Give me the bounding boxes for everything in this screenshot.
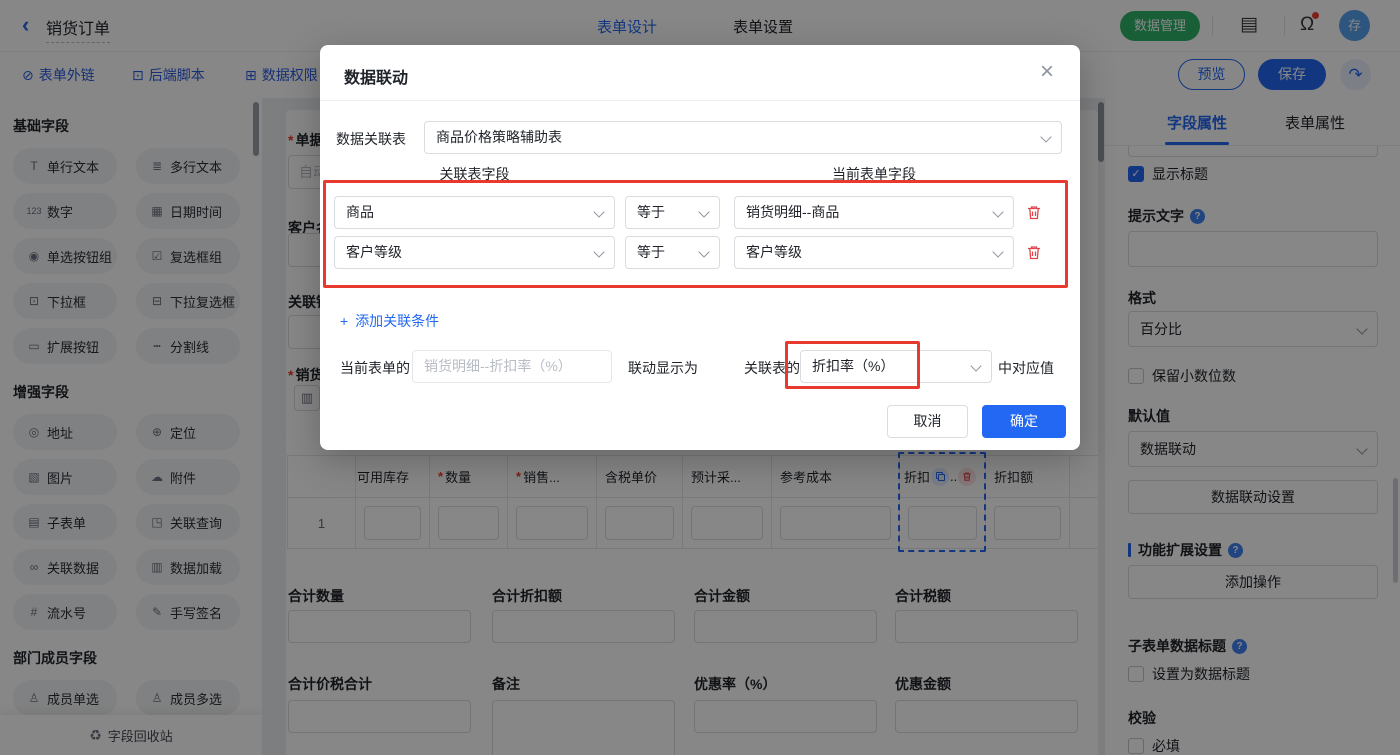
linked-field-select[interactable]: 折扣率（%）	[800, 350, 992, 383]
col-header-linked-field: 关联表字段	[439, 166, 510, 182]
current-form-field-input: 销货明细--折扣率（%）	[412, 350, 612, 383]
chevron-down-icon	[698, 246, 710, 258]
link-label: 添加关联条件	[355, 313, 440, 329]
delete-condition2-icon[interactable]	[1026, 244, 1044, 262]
divider	[320, 100, 1080, 101]
link-table-select[interactable]: 商品价格策略辅助表	[424, 121, 1062, 154]
select-value: 等于	[637, 204, 665, 220]
mapping-suffix-label: 中对应值	[998, 360, 1054, 376]
select-value: 等于	[637, 244, 665, 260]
chevron-down-icon	[698, 206, 710, 218]
select-value: 销货明细--商品	[746, 204, 840, 220]
select-value: 客户等级	[746, 244, 802, 260]
current-form-label: 当前表单的	[340, 360, 410, 376]
condition1-field-select[interactable]: 商品	[334, 196, 615, 229]
col-header-current-field: 当前表单字段	[832, 166, 916, 182]
app-screen: ‹ 销货订单 表单设计 表单设置 数据管理 ▤ Ω 存 ⊘ 表单外链 ⊡ 后端脚本 …	[0, 0, 1400, 755]
close-icon[interactable]: ×	[1040, 59, 1054, 85]
chevron-down-icon	[970, 360, 982, 372]
chevron-down-icon	[1040, 131, 1052, 143]
condition2-operator-select[interactable]: 等于	[625, 236, 720, 269]
plus-icon: +	[340, 313, 349, 329]
disabled-value: 销货明细--折扣率（%）	[424, 358, 572, 374]
condition1-operator-select[interactable]: 等于	[625, 196, 720, 229]
link-table-label: 数据关联表	[336, 131, 406, 147]
select-value: 折扣率（%）	[812, 358, 895, 374]
chevron-down-icon	[593, 246, 605, 258]
select-value: 客户等级	[346, 244, 402, 260]
condition2-form-field-select[interactable]: 客户等级	[734, 236, 1014, 269]
modal-title: 数据联动	[344, 70, 409, 87]
cancel-button[interactable]: 取消	[887, 405, 968, 438]
chevron-down-icon	[992, 206, 1004, 218]
condition1-form-field-select[interactable]: 销货明细--商品	[734, 196, 1014, 229]
chevron-down-icon	[992, 246, 1004, 258]
data-linkage-modal: 数据联动 × 数据关联表 商品价格策略辅助表 关联表字段 当前表单字段 商品 等…	[320, 45, 1080, 450]
delete-condition1-icon[interactable]	[1026, 204, 1044, 222]
display-as-label: 联动显示为	[628, 360, 698, 376]
chevron-down-icon	[593, 206, 605, 218]
select-value: 商品价格策略辅助表	[436, 129, 562, 145]
add-condition-link[interactable]: + 添加关联条件	[340, 311, 439, 331]
confirm-button[interactable]: 确定	[982, 405, 1066, 438]
select-value: 商品	[346, 204, 374, 220]
condition2-field-select[interactable]: 客户等级	[334, 236, 615, 269]
linked-table-label: 关联表的	[744, 360, 800, 376]
